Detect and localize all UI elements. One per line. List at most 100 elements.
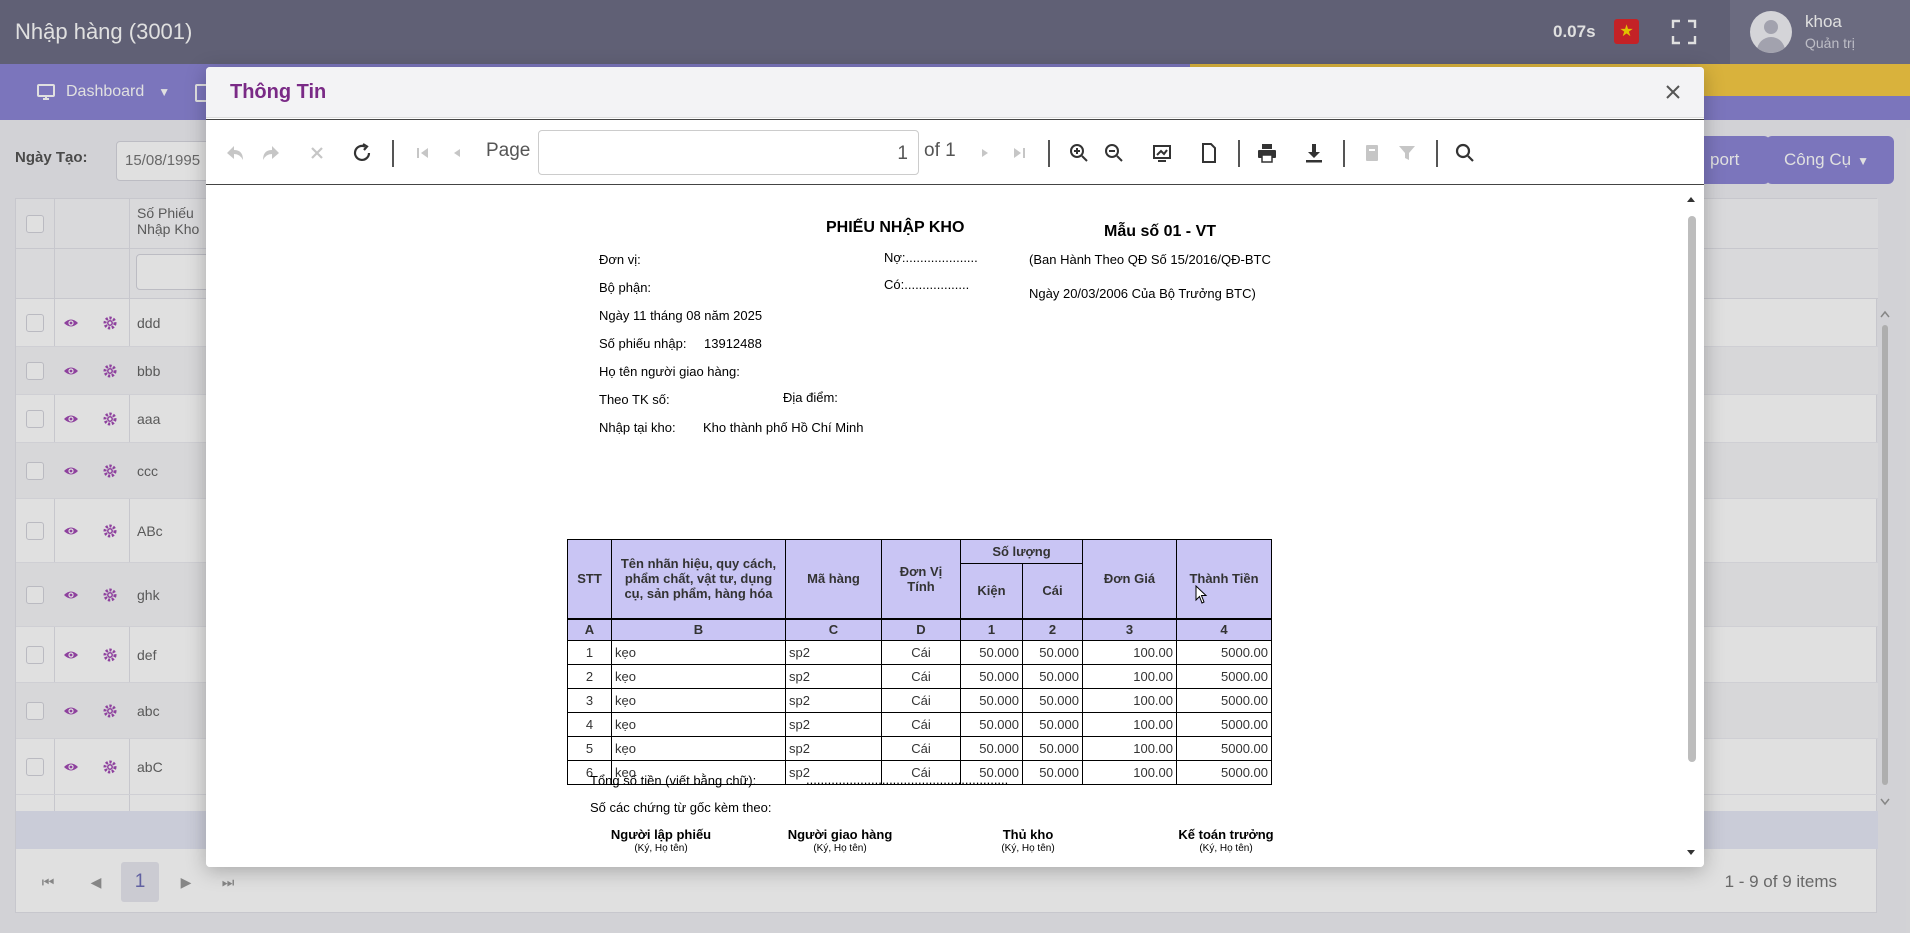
table-row: 2 kẹo sp2 Cái 50.000 50.000 100.00 5000.00 <box>567 664 1272 689</box>
index-cell: 2 <box>1022 617 1083 641</box>
cell-unit: Cái <box>881 712 961 737</box>
cell-cai: 50.000 <box>1022 736 1083 761</box>
cell-code: sp2 <box>785 736 882 761</box>
cell-unit: Cái <box>881 664 961 689</box>
report-canvas: PHIẾU NHẬP KHO Mẫu số 01 - VT Đơn vị: Nợ… <box>206 186 1704 867</box>
report-title: PHIẾU NHẬP KHO <box>826 219 965 236</box>
col-code: Mã hàng <box>785 539 882 619</box>
signature-role: Người giao hàng <box>787 827 893 842</box>
index-cell: D <box>881 617 961 641</box>
index-cell: C <box>785 617 882 641</box>
index-cell: 1 <box>960 617 1023 641</box>
col-stt: STT <box>567 539 612 619</box>
col-price: Đơn Giá <box>1082 539 1177 619</box>
deliverer-label: Họ tên người giao hàng: <box>599 364 740 379</box>
cell-name: kẹo <box>611 712 786 737</box>
cell-kien: 50.000 <box>960 664 1023 689</box>
cell-cai: 50.000 <box>1022 760 1083 785</box>
cell-total: 5000.00 <box>1176 664 1272 689</box>
table-row: 5 kẹo sp2 Cái 50.000 50.000 100.00 5000.00 <box>567 736 1272 761</box>
col-name: Tên nhãn hiệu, quy cách, phẩm chất, vật … <box>611 539 786 619</box>
receipt-no-label: Số phiếu nhập: <box>599 336 687 351</box>
search-icon[interactable] <box>1454 142 1476 164</box>
cell-name: kẹo <box>611 736 786 761</box>
cell-code: sp2 <box>785 640 882 665</box>
cell-stt: 4 <box>567 712 612 737</box>
signature-note: (Ký, Họ tên) <box>634 843 688 854</box>
info-modal: Thông Tin Page 1 of 1 PHIẾU NHẬP KHO Mẫu… <box>206 67 1704 867</box>
first-page-icon[interactable] <box>412 142 434 164</box>
cell-name: kẹo <box>611 688 786 713</box>
cell-kien: 50.000 <box>960 736 1023 761</box>
col-cai: Cái <box>1022 563 1083 619</box>
page-count: of 1 <box>924 140 956 161</box>
cell-code: sp2 <box>785 712 882 737</box>
signature-role: Kế toán trưởng <box>1178 827 1274 842</box>
cell-cai: 50.000 <box>1022 688 1083 713</box>
cell-price: 100.00 <box>1082 736 1177 761</box>
cell-price: 100.00 <box>1082 640 1177 665</box>
circular-line-2: Ngày 20/03/2006 Của Bộ Trưởng BTC) <box>1029 286 1256 301</box>
credit-label: Có:.................. <box>884 277 970 292</box>
cell-unit: Cái <box>881 640 961 665</box>
redo-icon[interactable] <box>260 142 282 164</box>
filter-icon[interactable] <box>1396 142 1418 164</box>
cell-total: 5000.00 <box>1176 760 1272 785</box>
cell-stt: 3 <box>567 688 612 713</box>
total-in-words-dots: ........................................… <box>806 772 1009 787</box>
document-map-icon[interactable] <box>1361 142 1383 164</box>
table-row: 3 kẹo sp2 Cái 50.000 50.000 100.00 5000.00 <box>567 688 1272 713</box>
goods-table: STT Tên nhãn hiệu, quy cách, phẩm chất, … <box>567 539 1272 785</box>
signature-note: (Ký, Họ tên) <box>1199 843 1253 854</box>
warehouse-name: Kho thành phố Hồ Chí Minh <box>703 420 864 435</box>
cell-cai: 50.000 <box>1022 664 1083 689</box>
print-icon[interactable] <box>1256 142 1278 164</box>
attached-docs-label: Số các chứng từ gốc kèm theo: <box>590 800 772 815</box>
download-icon[interactable] <box>1303 142 1325 164</box>
prev-page-icon[interactable] <box>446 142 468 164</box>
cell-stt: 2 <box>567 664 612 689</box>
unit-label: Đơn vị: <box>599 252 641 267</box>
cell-price: 100.00 <box>1082 760 1177 785</box>
cell-stt: 1 <box>567 640 612 665</box>
cell-unit: Cái <box>881 736 961 761</box>
circular-line-1: (Ban Hành Theo QĐ Số 15/2016/QĐ-BTC <box>1029 252 1271 267</box>
cell-total: 5000.00 <box>1176 736 1272 761</box>
page-label: Page <box>486 140 531 161</box>
cell-code: sp2 <box>785 664 882 689</box>
page-width-icon[interactable] <box>1151 142 1173 164</box>
cell-name: kẹo <box>611 664 786 689</box>
cell-unit: Cái <box>881 688 961 713</box>
signature-note: (Ký, Họ tên) <box>1001 843 1055 854</box>
cell-kien: 50.000 <box>960 688 1023 713</box>
cell-total: 5000.00 <box>1176 640 1272 665</box>
account-label: Theo TK số: <box>599 392 670 407</box>
cell-price: 100.00 <box>1082 664 1177 689</box>
whole-page-icon[interactable] <box>1198 142 1220 164</box>
cancel-icon[interactable] <box>306 142 328 164</box>
modal-header: Thông Tin <box>206 67 1704 118</box>
close-icon[interactable] <box>1662 81 1684 103</box>
cell-kien: 50.000 <box>960 640 1023 665</box>
table-row: 1 kẹo sp2 Cái 50.000 50.000 100.00 5000.00 <box>567 640 1272 665</box>
col-quantity: Số lượng <box>960 539 1083 564</box>
index-cell: A <box>567 617 612 641</box>
report-date: Ngày 11 tháng 08 năm 2025 <box>599 308 763 323</box>
undo-icon[interactable] <box>224 142 246 164</box>
cell-total: 5000.00 <box>1176 712 1272 737</box>
next-page-icon[interactable] <box>974 142 996 164</box>
index-cell: B <box>611 617 786 641</box>
signature-note: (Ký, Họ tên) <box>813 843 867 854</box>
department-label: Bộ phận: <box>599 280 652 295</box>
location-label: Địa điểm: <box>783 390 838 405</box>
report-viewer-toolbar: Page 1 of 1 <box>206 119 1704 185</box>
cell-kien: 50.000 <box>960 712 1023 737</box>
refresh-icon[interactable] <box>351 142 373 164</box>
zoom-in-icon[interactable] <box>1068 142 1090 164</box>
index-cell: 3 <box>1082 617 1177 641</box>
page-number-input[interactable]: 1 <box>538 130 919 175</box>
last-page-icon[interactable] <box>1008 142 1030 164</box>
zoom-out-icon[interactable] <box>1103 142 1125 164</box>
report-scrollbar-thumb[interactable] <box>1688 216 1696 762</box>
cell-cai: 50.000 <box>1022 712 1083 737</box>
